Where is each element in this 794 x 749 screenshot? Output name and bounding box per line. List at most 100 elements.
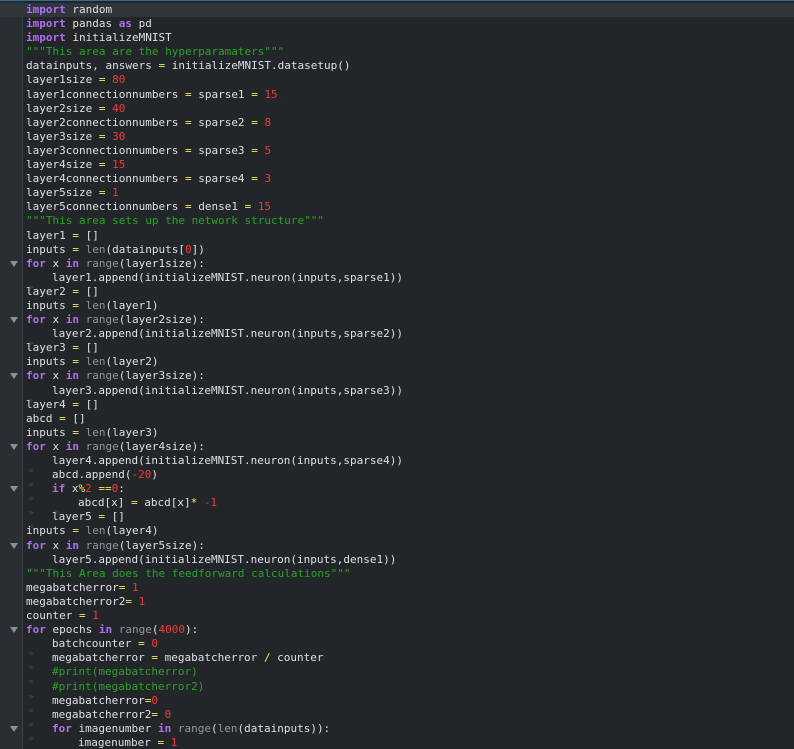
code-token: sparse2 [191,115,252,129]
code-line[interactable]: layer3.append(initializeMNIST.neuron(inp… [0,384,794,408]
code-line[interactable]: layer4 = [] [0,398,794,412]
code-line[interactable]: layer3 = [] [0,341,794,355]
code-token: in [65,439,79,453]
code-token: (layer2size): [118,313,205,327]
code-text: layer3.append(initializeMNIST.neuron(inp… [26,384,403,408]
code-line[interactable]: abcd = [] [0,412,794,426]
code-token: """This Area does the feedforward calcul… [26,566,351,580]
code-line[interactable]: for imagenumber in range(len(datainputs)… [0,721,794,746]
code-token: (datainputs[ [105,242,185,256]
code-line[interactable]: layer2size = 40 [0,102,794,116]
code-line[interactable]: """This area sets up the network structu… [0,214,794,228]
code-token: 0 [184,242,192,256]
code-line[interactable]: layer1 = [] [0,229,794,243]
code-text: inputs = len(datainputs[0]) [26,243,205,257]
code-line[interactable]: import random [0,3,794,18]
code-line[interactable]: for x in range(layer2size): [0,313,794,327]
code-token: layer2size [26,101,99,115]
code-text: layer1 = [] [26,229,99,243]
code-token: x [45,256,66,270]
code-editor[interactable]: import random import pandas as pd import i… [0,0,794,749]
code-token: len [85,298,106,312]
code-line[interactable]: inputs = len(layer1) [0,299,794,313]
fold-toggle-icon[interactable] [10,373,18,380]
code-line[interactable]: counter = 1 [0,609,794,623]
code-text: datainputs, answers = initializeMNIST.da… [26,59,351,73]
code-line[interactable]: if x%2 ==0: [0,482,794,506]
fold-toggle-icon[interactable] [10,725,18,732]
code-line[interactable]: layer5 = [] [0,510,794,534]
code-token: for [26,313,46,327]
code-line[interactable]: """This Area does the feedforward calcul… [0,567,794,581]
code-line[interactable]: layer2.append(initializeMNIST.neuron(inp… [0,327,794,351]
code-line[interactable]: imagenumber = 1 [0,736,794,749]
code-token: = [184,172,192,186]
fold-toggle-icon[interactable] [10,542,18,549]
code-line[interactable]: megabatcherror2= 0 [0,708,794,732]
code-token: imagenumber [78,735,158,749]
code-line[interactable]: layer3size = 30 [0,130,794,144]
code-line[interactable]: layer2 = [] [0,285,794,299]
code-line[interactable]: layer4connectionnumbers = sparse4 = 3 [0,172,794,186]
code-line[interactable]: layer5connectionnumbers = dense1 = 15 [0,200,794,214]
code-token: x [45,369,66,383]
code-line[interactable]: #print(megabatcherror2) [0,679,794,704]
code-line[interactable]: megabatcherror = megabatcherror / counte… [0,651,794,675]
fold-toggle-icon[interactable] [10,627,18,634]
code-line[interactable]: inputs = len(layer2) [0,355,794,369]
code-line[interactable]: import initializeMNIST [0,31,794,45]
code-line[interactable]: abcd.append(-20) [0,468,794,492]
code-line[interactable]: layer5size = 1 [0,186,794,200]
code-text: layer1size = 80 [26,73,125,87]
code-line[interactable]: layer4size = 15 [0,158,794,172]
code-line[interactable]: inputs = len(layer3) [0,426,794,440]
code-token: 30 [112,129,126,143]
code-line[interactable]: layer5.append(initializeMNIST.neuron(inp… [0,553,794,577]
code-token: = [125,594,132,608]
fold-toggle-icon[interactable] [10,443,18,450]
code-text: """This area sets up the network structu… [26,214,324,228]
code-token: (datainputs)): [237,721,331,735]
code-line[interactable]: megabatcherror2= 1 [0,595,794,609]
code-line[interactable]: megabatcherror=0 [0,694,794,718]
code-line[interactable]: for x in range(layer4size): [0,440,794,454]
code-line[interactable]: """This area are the hyperparamaters""" [0,45,794,59]
code-line[interactable]: layer2connectionnumbers = sparse2 = 8 [0,116,794,130]
code-line[interactable]: for epochs in range(4000): [0,623,794,637]
code-token: inputs [26,425,73,439]
fold-toggle-icon[interactable] [10,260,18,267]
code-line[interactable]: layer4.append(initializeMNIST.neuron(inp… [0,454,794,478]
fold-toggle-icon[interactable] [10,486,18,493]
code-line[interactable]: datainputs, answers = initializeMNIST.da… [0,59,794,73]
code-token: -1 [203,496,218,510]
code-text: abcd.append(-20) [26,468,158,492]
fold-toggle-icon[interactable] [10,317,18,324]
code-token: [] [78,284,99,298]
code-token: in [65,369,79,383]
code-line[interactable]: megabatcherror= 1 [0,581,794,595]
code-token: len [85,355,106,369]
code-token: range [85,369,119,383]
code-line[interactable]: batchcounter = 0 [0,637,794,661]
code-line[interactable]: layer1connectionnumbers = sparse1 = 15 [0,88,794,102]
code-token: 1 [131,580,139,594]
code-token: for [52,721,72,735]
code-line[interactable]: for x in range(layer3size): [0,369,794,383]
code-line[interactable]: layer3connectionnumbers = sparse3 = 5 [0,144,794,158]
code-line[interactable]: layer1.append(initializeMNIST.neuron(inp… [0,271,794,295]
code-lines[interactable]: import random import pandas as pd import i… [0,3,794,749]
code-line[interactable]: #print(megabatcherror) [0,665,794,689]
code-line[interactable]: inputs = len(datainputs[0]) [0,243,794,257]
code-line[interactable]: layer1size = 80 [0,73,794,87]
code-line[interactable]: for x in range(layer1size): [0,257,794,271]
code-text: for x in range(layer3size): [26,369,205,383]
code-line[interactable]: import pandas as pd [0,17,794,31]
code-line[interactable]: abcd[x] = abcd[x]* -1 [0,496,794,520]
code-token: #print(megabatcherror2) [52,679,205,693]
code-line[interactable]: inputs = len(layer4) [0,524,794,538]
code-line[interactable]: for x in range(layer5size): [0,539,794,553]
